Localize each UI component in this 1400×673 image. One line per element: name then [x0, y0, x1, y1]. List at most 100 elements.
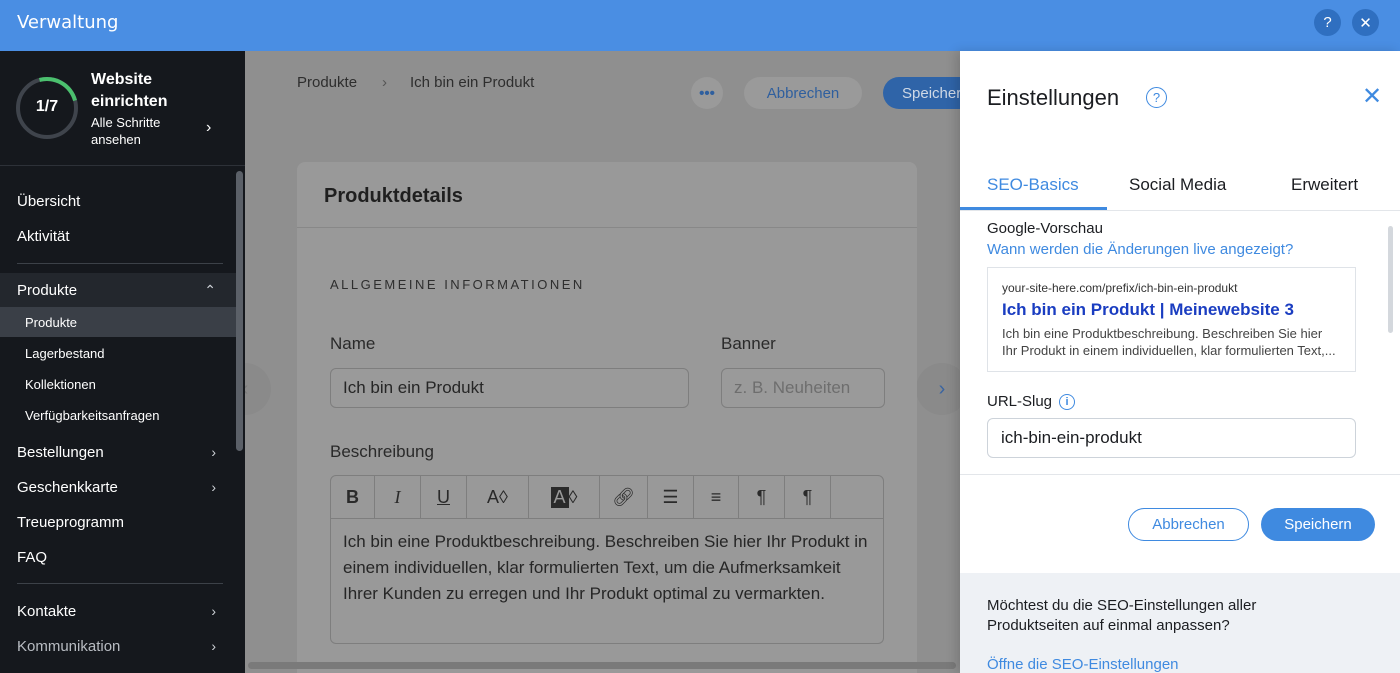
- card-title: Produktdetails: [324, 185, 463, 207]
- active-tab-indicator: [960, 207, 1107, 210]
- sidebar-item-label: Kommunikation: [17, 637, 121, 655]
- setup-title: Website einrichten: [91, 71, 168, 110]
- chevron-left-icon[interactable]: ‹: [245, 363, 271, 415]
- numbered-list-icon[interactable]: ≡: [694, 476, 739, 518]
- paragraph-ltr-icon[interactable]: ¶: [739, 476, 785, 518]
- sidebar-item-geschenkkarte[interactable]: Geschenkkarte ›: [0, 472, 236, 502]
- close-icon[interactable]: ✕: [1352, 9, 1379, 36]
- chevron-right-icon: ›: [211, 638, 216, 654]
- sidebar-item-label: Aktivität: [17, 227, 70, 245]
- underline-icon[interactable]: U: [421, 476, 467, 518]
- sidebar-subitem-kollektionen[interactable]: Kollektionen: [0, 369, 236, 399]
- save-button[interactable]: Speichern: [883, 77, 960, 109]
- divider: [17, 583, 223, 584]
- sidebar-item-label: Geschenkkarte: [17, 478, 118, 496]
- chevron-up-icon: ⌃: [204, 281, 216, 298]
- chevron-right-icon[interactable]: ›: [916, 363, 960, 415]
- panel-scrollbar[interactable]: [1388, 226, 1393, 333]
- paragraph-rtl-icon[interactable]: ¶: [785, 476, 831, 518]
- sidebar-item-kommunikation[interactable]: Kommunikation ›: [0, 631, 236, 661]
- banner-input[interactable]: z. B. Neuheiten: [721, 368, 885, 408]
- top-bar: Verwaltung ? ✕: [0, 0, 1400, 51]
- url-slug-input[interactable]: ich-bin-ein-produkt: [987, 418, 1356, 458]
- panel-footer: Möchtest du die SEO-Einstellungen aller …: [960, 573, 1400, 673]
- breadcrumb-root[interactable]: Produkte: [297, 74, 357, 91]
- sidebar-item-uebersicht[interactable]: Übersicht: [0, 186, 236, 216]
- google-preview-label: Google-Vorschau: [987, 220, 1103, 237]
- preview-description-line: Ihr Produkt in einem individuellen, klar…: [1002, 343, 1336, 358]
- editor-toolbar: B I U A◊ A ◊ 🔗︎ ☰ ≡ ¶ ¶: [330, 475, 884, 519]
- help-icon[interactable]: ?: [1314, 9, 1341, 36]
- panel-title: Einstellungen: [987, 85, 1120, 110]
- main-content: Produkte › Ich bin ein Produkt ••• Abbre…: [245, 51, 960, 673]
- sidebar-subitem-lagerbestand[interactable]: Lagerbestand: [0, 338, 236, 368]
- panel-tabs: SEO-Basics Social Media Erweitert: [960, 161, 1400, 211]
- setup-progress-card[interactable]: 1/7 Website einrichten Alle Schritte ans…: [0, 51, 245, 166]
- chevron-right-icon: ›: [211, 479, 216, 495]
- sidebar-item-label: Treueprogramm: [17, 513, 124, 531]
- app-title: Verwaltung: [17, 12, 119, 33]
- sidebar-item-label: Bestellungen: [17, 443, 104, 461]
- cancel-button[interactable]: Abbrechen: [744, 77, 862, 109]
- preview-title: Ich bin ein Produkt | Meinewebsite 3: [1002, 300, 1294, 319]
- text-color-icon[interactable]: A◊: [467, 476, 529, 518]
- sidebar: 1/7 Website einrichten Alle Schritte ans…: [0, 51, 245, 673]
- breadcrumb-current: Ich bin ein Produkt: [410, 74, 535, 91]
- breadcrumb-separator-icon: ›: [382, 74, 387, 91]
- footer-text: Möchtest du die SEO-Einstellungen aller …: [987, 597, 1257, 634]
- bold-icon[interactable]: B: [331, 476, 375, 518]
- sidebar-subitem-verfuegbarkeitsanfragen[interactable]: Verfügbarkeitsanfragen: [0, 400, 236, 430]
- tab-social-media[interactable]: Social Media: [1129, 175, 1226, 195]
- settings-panel: Einstellungen ? ✕ SEO-Basics Social Medi…: [960, 51, 1400, 673]
- panel-cancel-button[interactable]: Abbrechen: [1128, 508, 1249, 541]
- preview-description-line: Ich bin eine Produktbeschreibung. Beschr…: [1002, 326, 1323, 341]
- link-icon[interactable]: 🔗︎: [600, 476, 648, 518]
- section-label: ALLGEMEINE INFORMATIONEN: [330, 277, 585, 292]
- product-details-card: Produktdetails ALLGEMEINE INFORMATIONEN …: [297, 162, 917, 673]
- sidebar-subitem-label: Produkte: [25, 314, 78, 330]
- chevron-right-icon: ›: [206, 119, 212, 136]
- highlight-color-icon[interactable]: A ◊: [529, 476, 600, 518]
- progress-text: 1/7: [35, 98, 59, 115]
- name-label: Name: [330, 334, 376, 353]
- url-slug-label: URL-Slug: [987, 393, 1053, 410]
- sidebar-scrollbar[interactable]: [236, 171, 243, 451]
- live-changes-link[interactable]: Wann werden die Änderungen live angezeig…: [987, 241, 1293, 258]
- divider: [960, 474, 1400, 475]
- card-header: Produktdetails: [297, 162, 917, 228]
- seo-settings-link[interactable]: Öffne die SEO-Einstellungen: [987, 656, 1179, 673]
- help-icon[interactable]: ?: [1146, 87, 1167, 108]
- sidebar-item-produkte[interactable]: Produkte ⌃: [0, 273, 236, 307]
- sidebar-item-bestellungen[interactable]: Bestellungen ›: [0, 437, 236, 467]
- sidebar-subitem-produkte[interactable]: Produkte: [0, 307, 236, 337]
- tab-seo-basics[interactable]: SEO-Basics: [987, 175, 1079, 195]
- more-actions-icon[interactable]: •••: [691, 77, 723, 109]
- description-editor[interactable]: Ich bin eine Produktbeschreibung. Beschr…: [330, 519, 884, 644]
- italic-icon[interactable]: I: [375, 476, 421, 518]
- preview-url: your-site-here.com/prefix/ich-bin-ein-pr…: [1002, 281, 1238, 295]
- close-icon[interactable]: ✕: [1362, 82, 1382, 111]
- name-input[interactable]: Ich bin ein Produkt: [330, 368, 689, 408]
- sidebar-item-label: Produkte: [17, 281, 78, 299]
- panel-save-button[interactable]: Speichern: [1261, 508, 1375, 541]
- horizontal-scrollbar[interactable]: [248, 662, 956, 669]
- sidebar-item-label: Übersicht: [17, 192, 81, 210]
- google-preview-box: your-site-here.com/prefix/ich-bin-ein-pr…: [987, 267, 1356, 372]
- divider: [17, 263, 223, 264]
- tab-erweitert[interactable]: Erweitert: [1291, 175, 1358, 195]
- info-icon[interactable]: i: [1059, 394, 1075, 410]
- chevron-right-icon: ›: [211, 444, 216, 460]
- sidebar-item-faq[interactable]: FAQ: [0, 542, 236, 572]
- sidebar-subitem-label: Verfügbarkeitsanfragen: [25, 407, 160, 423]
- sidebar-item-kontakte[interactable]: Kontakte ›: [0, 596, 236, 626]
- setup-subtitle[interactable]: Alle Schritte ansehen: [91, 114, 201, 148]
- description-label: Beschreibung: [330, 442, 434, 461]
- chevron-right-icon: ›: [211, 603, 216, 619]
- banner-label: Banner: [721, 334, 776, 353]
- sidebar-item-label: FAQ: [17, 548, 48, 566]
- bullet-list-icon[interactable]: ☰: [648, 476, 694, 518]
- sidebar-item-treueprogramm[interactable]: Treueprogramm: [0, 507, 236, 537]
- sidebar-item-aktivitaet[interactable]: Aktivität: [0, 221, 236, 251]
- sidebar-subitem-label: Kollektionen: [25, 376, 96, 392]
- sidebar-subitem-label: Lagerbestand: [25, 345, 105, 361]
